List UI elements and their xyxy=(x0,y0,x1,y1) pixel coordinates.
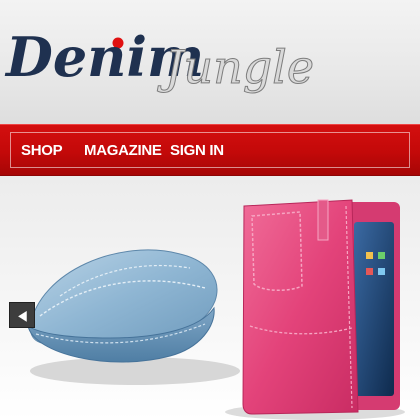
tablet-case-front xyxy=(242,199,359,415)
pink-tablet-case-image xyxy=(242,199,400,415)
site-logo[interactable]: Denim Jungle xyxy=(0,0,420,124)
tablet-icon xyxy=(378,268,385,275)
nav-item-shop[interactable]: SHOP xyxy=(21,142,63,159)
nav-frame: SHOP MAGAZINE SIGN IN xyxy=(10,132,410,168)
nav-item-sign-in[interactable]: SIGN IN xyxy=(170,142,224,159)
logo-word-jungle: Jungle xyxy=(157,40,314,94)
tablet-icon xyxy=(378,252,385,259)
chevron-left-icon: ◀ xyxy=(17,307,27,323)
nav-item-magazine[interactable]: MAGAZINE xyxy=(84,142,162,159)
slider-image xyxy=(27,199,405,420)
tablet-icon xyxy=(366,268,373,275)
case-belt-loop xyxy=(317,199,329,241)
product-slider: ◀ xyxy=(0,176,420,420)
tablet-screen xyxy=(354,222,394,396)
denim-cap-image xyxy=(27,249,218,363)
slider-prev-button[interactable]: ◀ xyxy=(9,302,35,328)
tablet-icon xyxy=(366,252,373,259)
main-nav: SHOP MAGAZINE SIGN IN xyxy=(0,124,420,176)
site-header: Denim Jungle xyxy=(0,0,420,124)
